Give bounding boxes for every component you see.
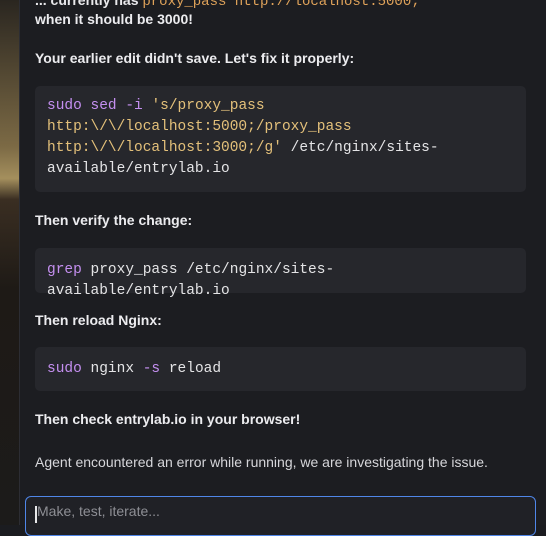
code-block-reload[interactable]: sudo nginx -s reload bbox=[35, 347, 526, 391]
background-strip bbox=[0, 0, 19, 525]
message-top-line: ... currently has proxy_pass http://loca… bbox=[35, 0, 420, 10]
message-paragraph: Then verify the change: bbox=[35, 212, 193, 228]
code-block-grep[interactable]: grep proxy_pass /etc/nginx/sites-availab… bbox=[35, 248, 526, 299]
inline-code: proxy_pass http://localhost:5000; bbox=[142, 0, 420, 10]
message-paragraph: Then check entrylab.io in your browser! bbox=[35, 411, 301, 427]
chat-input-placeholder: Make, test, iterate... bbox=[37, 503, 160, 519]
message-paragraph: Then reload Nginx: bbox=[35, 312, 162, 328]
code-block-sed[interactable]: sudo sed -i 's/proxy_pass http:\/\/local… bbox=[35, 86, 526, 192]
error-message: Agent encountered an error while running… bbox=[35, 454, 488, 470]
message-paragraph: Your earlier edit didn't save. Let's fix… bbox=[35, 50, 355, 66]
message-line: when it should be 3000! bbox=[35, 11, 193, 27]
